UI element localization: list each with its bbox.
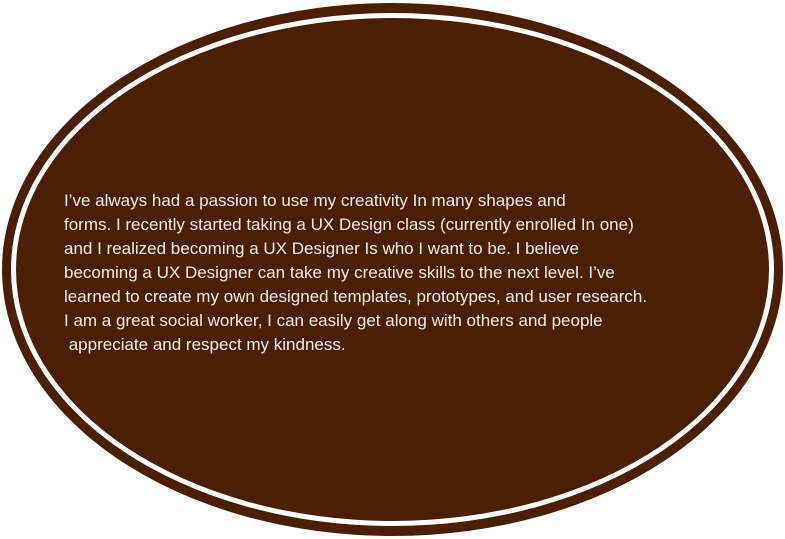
bio-line: and I realized becoming a UX Designer Is… (64, 239, 580, 258)
bio-line: appreciate and respect my kindness. (64, 335, 346, 354)
bio-paragraph: I’ve always had a passion to use my crea… (64, 189, 754, 357)
about-me-card: I’ve always had a passion to use my crea… (0, 0, 785, 539)
bio-line: I am a great social worker, I can easily… (64, 311, 603, 330)
bio-line: I’ve always had a passion to use my crea… (64, 191, 566, 210)
bio-line: learned to create my own designed templa… (64, 287, 648, 306)
bio-line: becoming a UX Designer can take my creat… (64, 263, 615, 282)
bio-line: forms. I recently started taking a UX De… (64, 215, 634, 234)
